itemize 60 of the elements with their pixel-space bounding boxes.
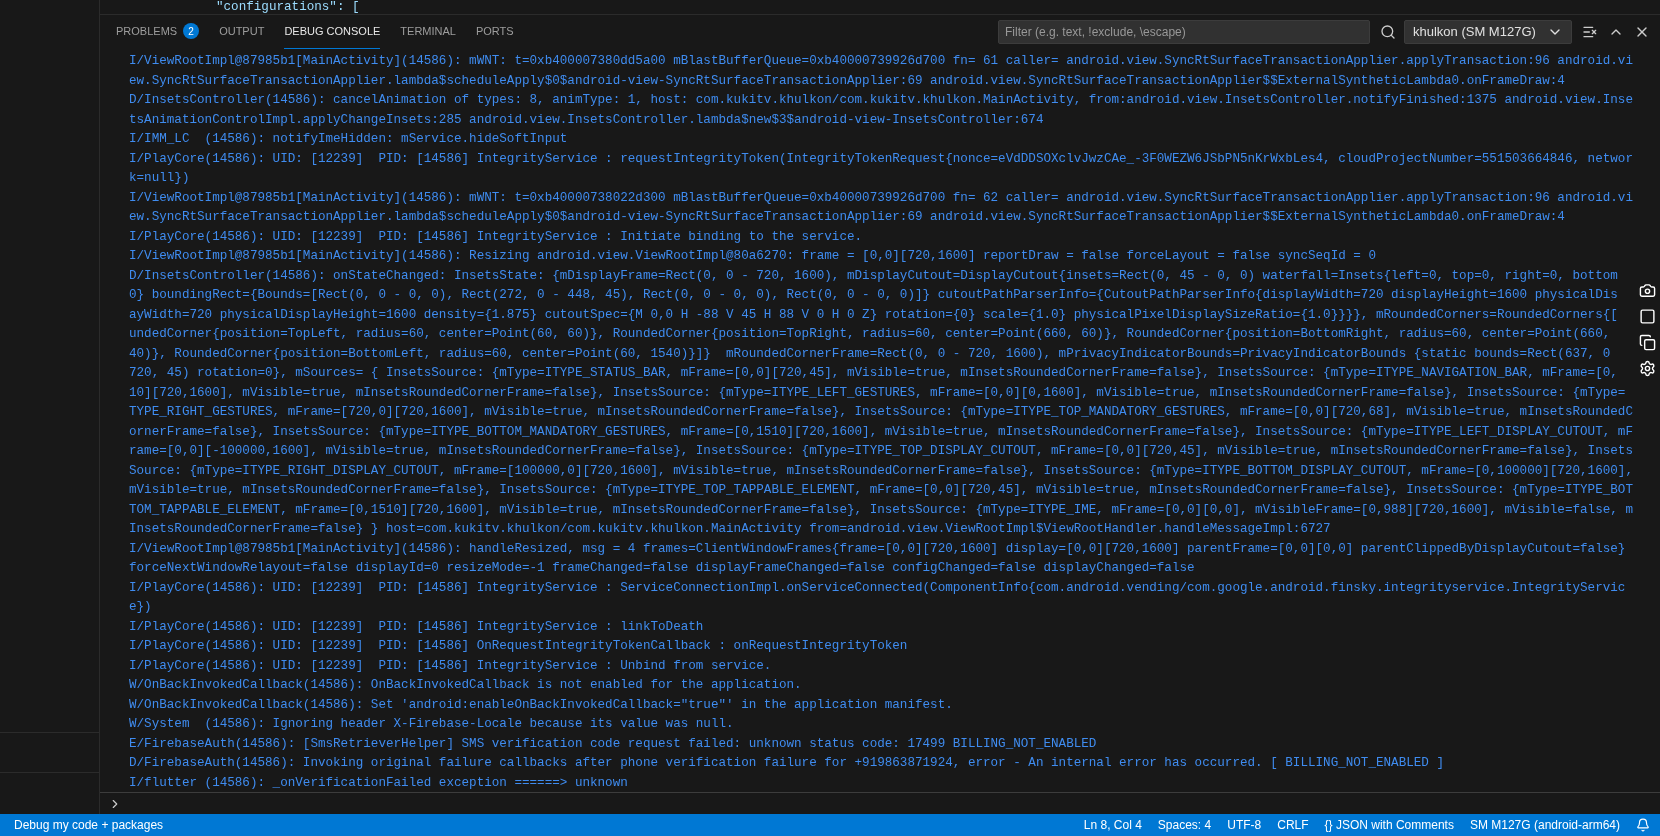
log-line: I/PlayCore(14586): UID: [12239] PID: [14586] IntegrityService : linkToDeath xyxy=(129,618,704,636)
log-line: ayWidth=720 physicalDisplayHeight=1600 density={1.875} cutoutSpec={M 0,0 H -88 V 45 H 88 V 0 H 0 Z} rotation={0} scale={1.0} physicalPixelDisplaySizeRatio={1.0}}}}, mRoundedCorners=RoundedCorners{[ xyxy=(129,306,1618,324)
log-line: Source: {mType=ITYPE_RIGHT_DISPLAY_CUTOUT, mFrame=[100000,0][720,1600], mVisible=true, mInsetsRoundedCornerFrame=false}, InsetsSource: {mType=ITYPE_BOTTOM_DISPLAY_CUTOUT, mFrame=[0,100000][720,1600], xyxy=(129,462,1633,480)
log-line: InsetsRoundedCornerFrame=false} } host=com.kukitv.khulkon/com.kukitv.khulkon.MainActivity from=android.view.ViewRootImpl$ViewRootHandler.handleMessageImpl:6727 xyxy=(129,521,1331,538)
log-line: W/OnBackInvokedCallback(14586): OnBackInvokedCallback is not enabled for the application. xyxy=(129,677,802,694)
log-line: ew.SyncRtSurfaceTransactionApplier.lambda$scheduleApply$0$android-view-SyncRtSurfaceTransactionApplier:69 android.view.SyncRtSurfaceTransactionApplier$$ExternalSyntheticLambda0.onFrameDraw:4 xyxy=(129,72,1565,90)
log-line: tsAnimationControlImpl.applyChangeInsets:285 android.view.InsetsController.lambda$new$3$android-view-InsetsController:674 xyxy=(129,111,1044,129)
log-line: ew.SyncRtSurfaceTransactionApplier.lambda$scheduleApply$0$android-view-SyncRtSurfaceTransactionApplier:69 android.view.SyncRtSurfaceTransactionApplier$$ExternalSyntheticLambda0.onFrameDraw:4 xyxy=(129,209,1565,226)
panel-tab[interactable]: PROBLEMS 2 xyxy=(116,14,200,49)
log-line: I/PlayCore(14586): UID: [12239] PID: [14586] IntegrityService : ServiceConnectionImpl.onServiceConnected(ComponentInfo{com.android.vending/com.google.android.finsky.integrityservice.IntegrityServic xyxy=(129,579,1626,597)
log-line: undedCorner{position=TopLeft, radius=60, center=Point(60, 60)}, RoundedCorner{position=TopRight, radius=60, center=Point(660, 60)}, RoundedCorner{position=BottomRight, radius=60, center=Point(660, xyxy=(129,326,1611,343)
square-icon[interactable] xyxy=(1639,308,1656,325)
filter-field[interactable]: Filter (e.g. text, !exclude, \escape) xyxy=(998,19,1370,44)
log-line: W/OnBackInvokedCallback(14586): Set 'android:enableOnBackInvokedCallback="true"' in the application manifest. xyxy=(129,696,953,714)
log-line: I/IMM_LC (14586): notifyImeHidden: mService.hideSoftInput xyxy=(129,131,568,148)
log-line: mVisible=true, mInsetsRoundedCornerFrame=false}, InsetsSource: {mType=ITYPE_TOP_TAPPABLE_ELEMENT, mFrame=[0,0][720,45], mVisible=true, mInsetsRoundedCornerFrame=false}, InsetsSource: {mType=ITYPE_BOT xyxy=(129,482,1633,499)
log-line: 10][720,1600], mVisible=true, mInsetsRoundedCornerFrame=false}, InsetsSource: {mType=ITYPE_LEFT_GESTURES, mFrame=[0,0][0,1600], mVisible=true, mInsetsRoundedCornerFrame=false}, InsetsSource: {mType= xyxy=(129,384,1626,402)
log-line: I/ViewRootImpl@87985b1[MainActivity](14586): handleResized, msg = 4 frames=ClientWindowFrames{frame=[0,0][720,1600] display=[0,0][720,1600] parentFrame=[0,0][0,0] parentClippedByDisplayCutout=false} xyxy=(129,540,1626,558)
log-line: 0} boundingRect={Bounds=[Rect(0, 0 - 0, 0), Rect(272, 0 - 448, 45), Rect(0, 0 - 0, 0), Rect(0, 0 - 0, 0)]} cutoutPathParserInfo={CutoutPathParserInfo{displayWidth=720 displayHeight=1600 physicalDis xyxy=(129,287,1618,304)
log-line: I/PlayCore(14586): UID: [12239] PID: [14586] IntegrityService : requestIntegrityToken(IntegrityTokenRequest{nonce=eVdDDSOXclvJwzCAe_-3F0WEZW6JSbPN5nKrWxbLes4, cloudProjectNumber=551503664846, networ xyxy=(129,150,1633,168)
log-line: I/PlayCore(14586): UID: [12239] PID: [14586] IntegrityService : Initiate binding to the service. xyxy=(129,228,863,246)
panel-tab[interactable]: DEBUG CONSOLE xyxy=(284,14,381,49)
log-line: I/ViewRootImpl@87985b1[MainActivity](14586): Resizing android.view.ViewRootImpl@80a6270: frame = [0,0][720,1600] reportDraw = false forceLayout = false syncSeqId = 0 xyxy=(129,248,1376,265)
status-item[interactable]: CRLF xyxy=(1277,816,1309,834)
session-dropdown[interactable]: khulkon (SM M127G) xyxy=(1404,19,1572,44)
search-icon[interactable] xyxy=(1380,23,1396,40)
log-line: D/FirebaseAuth(14586): Invoking original failure callbacks after phone verification failure for +919863871924, error - An internal error has occurred. [ BILLING_NOT_ENABLED ] xyxy=(129,755,1444,772)
log-line: E/FirebaseAuth(14586): [SmsRetrieverHelper] SMS verification code request failed: unknown status code: 17499 BILLING_NOT_ENABLED xyxy=(129,735,1097,753)
log-line: W/System (14586): Ignoring header X-Firebase-Locale because its value was null. xyxy=(129,716,734,733)
log-line: e}) xyxy=(129,599,152,616)
log-line: I/ViewRootImpl@87985b1[MainActivity](14586): mWNT: t=0xb40000738022d300 mBlastBufferQueue=0xb40000739926d700 fn= 62 caller= android.view.SyncRtSurfaceTransactionApplier.applyTransaction:96 android.vi xyxy=(129,189,1633,207)
log-line: D/InsetsController(14586): onStateChanged: InsetsState: {mDisplayFrame=Rect(0, 0 - 720, 1600), mDisplayCutout=DisplayCutout{insets=Rect(0, 45 - 0, 0) waterfall=Insets{left=0, top=0, right=0, bottom xyxy=(129,267,1618,285)
status-item[interactable]: SM M127G (android-arm64) xyxy=(1469,816,1620,834)
panel-tab[interactable]: TERMINAL xyxy=(400,14,456,49)
panel-tab[interactable]: PORTS xyxy=(475,14,514,49)
log-line: TOM_TAPPABLE_ELEMENT, mFrame=[0,1510][720,1600], mVisible=true, mInsetsRoundedCornerFrame=false}, InsetsSource: {mType=ITYPE_IME, mFrame=[0,0][0,0], mVisibleFrame=[0,988][720,1600], mVisible=false, m xyxy=(129,501,1633,519)
count-badge: 2 xyxy=(183,23,200,39)
log-line: k=null}) xyxy=(129,170,190,187)
log-line: forceNextWindowRelayout=false displayId=0 resizeMode=-1 frameChanged=false displayFrameChanged=false configChanged=false displayChanged=false xyxy=(129,560,1195,577)
status-item[interactable]: Spaces: 4 xyxy=(1157,816,1212,834)
status-item[interactable]: UTF-8 xyxy=(1227,816,1262,834)
editor-line: "configurations": [ xyxy=(216,0,360,14)
log-line: D/InsetsController(14586): cancelAnimation of types: 8, animType: 1, host: com.kukitv.khulkon/com.kukitv.khulkon.MainActivity, from:android.view.InsetsController.notifyFinished:1375 android.view.Inse xyxy=(129,92,1633,109)
settings-icon[interactable] xyxy=(1639,360,1656,377)
status-item[interactable]: {} JSON with Comments xyxy=(1324,816,1454,834)
log-line: I/flutter (14586): _onVerificationFailed exception ======> unknown xyxy=(129,774,628,792)
log-line: ornerFrame=false}, InsetsSource: {mType=ITYPE_BOTTOM_MANDATORY_GESTURES, mFrame=[0,1510][720,1600], mVisible=true, mInsetsRoundedCornerFrame=false}, InsetsSource: {mType=ITYPE_LEFT_DISPLAY_CUTOUT, mF xyxy=(129,423,1633,441)
log-line: rame=[0,0][-100000,1600], mVisible=true, mInsetsRoundedCornerFrame=false}, InsetsSource: {mType=ITYPE_TOP_DISPLAY_CUTOUT, mFrame=[0,0][720,45], mVisible=true, mInsetsRoundedCornerFrame=false}, Insets xyxy=(129,443,1633,460)
bell-icon[interactable] xyxy=(1636,818,1650,832)
log-line: I/ViewRootImpl@87985b1[MainActivity](14586): mWNT: t=0xb400007380dd5a00 mBlastBufferQueue=0xb40000739926d700 fn= 61 caller= android.view.SyncRtSurfaceTransactionApplier.applyTransaction:96 android.vi xyxy=(129,53,1633,70)
log-line: I/PlayCore(14586): UID: [12239] PID: [14586] IntegrityService : Unbind from service. xyxy=(129,657,772,675)
log-line: 720, 45) rotation=0}, mSources= { InsetsSource: {mType=ITYPE_STATUS_BAR, mFrame=[0,0][720,45], mVisible=true, mInsetsRoundedCornerFrame=false}, InsetsSource: {mType=ITYPE_NAVIGATION_BAR, mFrame=[0, xyxy=(129,365,1618,382)
status-item[interactable]: Ln 8, Col 4 xyxy=(1083,816,1142,834)
status-item[interactable]: Debug my code + packages xyxy=(14,816,164,834)
panel-tab[interactable]: OUTPUT xyxy=(219,14,265,49)
log-line: TYPE_RIGHT_GESTURES, mFrame=[720,0][720,1600], mVisible=true, mInsetsRoundedCornerFrame=false}, InsetsSource: {mType=ITYPE_TOP_MANDATORY_GESTURES, mFrame=[0,0][720,68], mVisible=true, mInsetsRoundedC xyxy=(129,404,1633,421)
camera-icon[interactable] xyxy=(1639,282,1656,299)
log-line: 40)}, RoundedCorner{position=BottomLeft, radius=60, center=Point(60, 1540)}]} mRoundedCornerFrame=Rect(0, 0 - 720, 1600), mPrivacyIndicatorBounds=PrivacyIndicatorBounds {static bounds=Rect(637, 0 xyxy=(129,345,1611,363)
copy-icon[interactable] xyxy=(1639,334,1656,351)
log-line: I/PlayCore(14586): UID: [12239] PID: [14586] OnRequestIntegrityTokenCallback : onRequestIntegrityToken xyxy=(129,638,908,655)
